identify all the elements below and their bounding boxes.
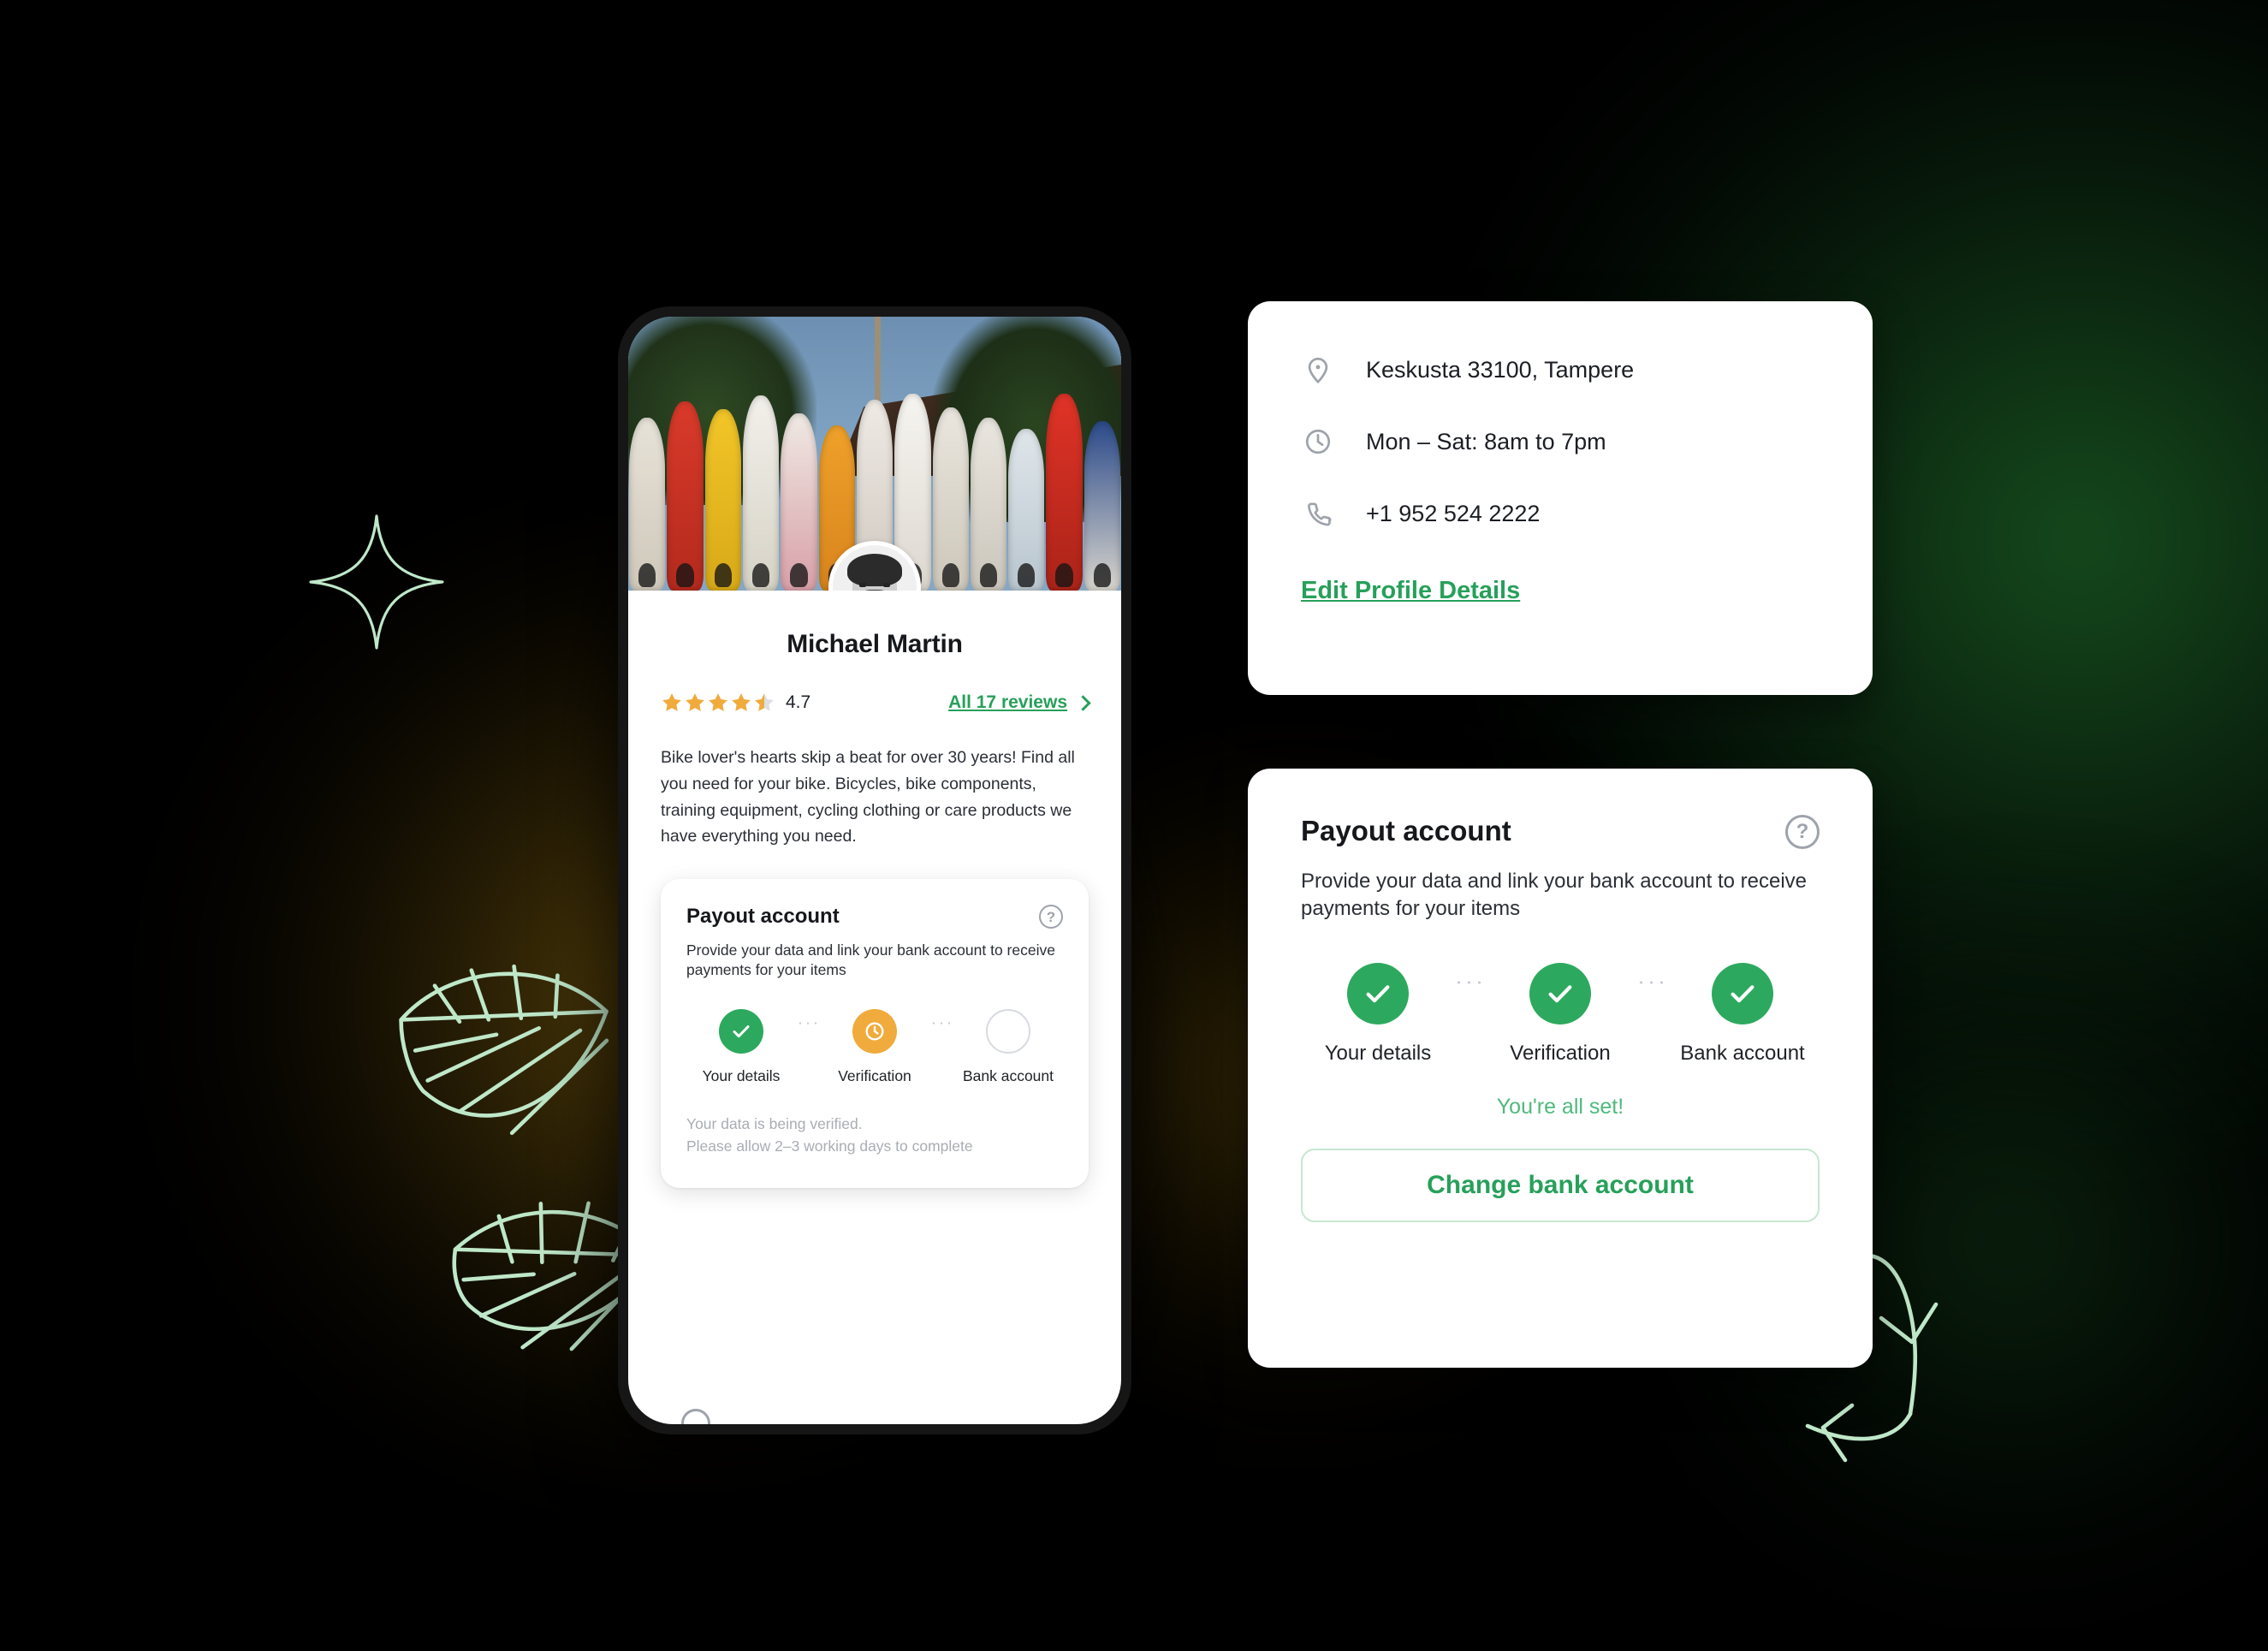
next-section-peek (681, 1409, 710, 1424)
check-icon (1731, 985, 1754, 1003)
star-icon (732, 693, 751, 711)
edit-profile-details-link[interactable]: Edit Profile Details (1301, 577, 1520, 605)
step-verification[interactable]: Verification (820, 1008, 929, 1085)
step-circle-empty (986, 1008, 1030, 1054)
step-verification[interactable]: Verification (1483, 963, 1637, 1066)
all-set-status: You're all set! (1496, 1095, 1624, 1119)
contact-phone-text: +1 952 524 2222 (1366, 500, 1541, 526)
clock-icon (1301, 425, 1335, 459)
change-bank-account-button[interactable]: Change bank account (1301, 1149, 1820, 1223)
star-icon (662, 693, 681, 711)
phone-icon (1301, 496, 1335, 531)
contact-row-address: Keskusta 33100, Tampere (1301, 353, 1820, 387)
contact-details-card: Keskusta 33100, Tampere Mon – Sat: 8am t… (1248, 301, 1873, 695)
question-mark-icon[interactable]: ? (1039, 905, 1063, 929)
leaf-icon (389, 958, 624, 1157)
step-connector (1637, 981, 1665, 985)
step-your-details[interactable]: Your details (686, 1008, 796, 1085)
contact-hours-text: Mon – Sat: 8am to 7pm (1366, 428, 1606, 454)
step-label: Verification (1510, 1042, 1611, 1066)
step-label: Bank account (962, 1066, 1054, 1084)
contact-row-hours: Mon – Sat: 8am to 7pm (1301, 425, 1820, 459)
step-label: Your details (702, 1066, 781, 1084)
step-connector (798, 1021, 818, 1024)
step-circle-done (1529, 963, 1591, 1025)
step-circle-done (1712, 963, 1773, 1025)
payout-status-line-2: Please allow 2–3 working days to complet… (686, 1137, 973, 1155)
payout-stepper: Your details Verification Bank account (1301, 963, 1820, 1066)
check-icon (1548, 985, 1572, 1003)
star-icon (709, 693, 727, 711)
step-connector (1455, 981, 1483, 985)
rating-row: 4.7 All 17 reviews (661, 692, 1091, 714)
screenshot-canvas: Michael Martin 4.7 All 17 reviews Bike l… (0, 0, 2268, 1651)
all-reviews-label: All 17 reviews (948, 692, 1067, 712)
payout-account-card-phone: Payout account ? Provide your data and l… (661, 879, 1089, 1189)
phone-mockup: Michael Martin 4.7 All 17 reviews Bike l… (618, 306, 1131, 1434)
all-reviews-link[interactable]: All 17 reviews (948, 692, 1091, 713)
payout-card-title: Payout account (1301, 815, 1511, 846)
avatar-hair (847, 554, 902, 586)
star-half-icon (755, 693, 774, 711)
payout-stepper-phone: Your details Verification Bank account (686, 1008, 1063, 1085)
step-bank-account[interactable]: Bank account (1665, 963, 1820, 1066)
step-circle-done (1347, 963, 1409, 1025)
profile-bio: Bike lover's hearts skip a beat for over… (661, 748, 1075, 846)
star-icon (686, 693, 704, 711)
step-label: Your details (1324, 1042, 1432, 1066)
payout-status-text: Your data is being verified. Please allo… (686, 1113, 1063, 1158)
step-bank-account[interactable]: Bank account (953, 1008, 1063, 1085)
location-pin-icon (1301, 353, 1335, 387)
clock-icon (865, 1022, 884, 1041)
payout-card-header: Payout account ? (686, 905, 1063, 929)
step-circle-pending (852, 1008, 897, 1054)
step-label: Bank account (1680, 1042, 1805, 1066)
step-your-details[interactable]: Your details (1301, 963, 1455, 1066)
contact-row-phone: +1 952 524 2222 (1301, 496, 1820, 531)
payout-card-subtitle: Provide your data and link your bank acc… (686, 941, 1055, 978)
star-rating: 4.7 (661, 692, 810, 714)
payout-status-line-1: Your data is being verified. (686, 1114, 863, 1132)
step-circle-done (719, 1008, 763, 1054)
step-connector (931, 1021, 952, 1024)
chevron-right-icon (1075, 694, 1091, 711)
rating-value: 4.7 (786, 692, 811, 712)
check-icon (733, 1024, 750, 1037)
phone-screen: Michael Martin 4.7 All 17 reviews Bike l… (628, 317, 1121, 1424)
payout-card-subtitle: Provide your data and link your bank acc… (1301, 870, 1808, 920)
step-label: Verification (838, 1066, 911, 1084)
sparkle-icon (304, 509, 449, 655)
cover-photo (628, 317, 1121, 591)
page-title: Michael Martin (787, 630, 963, 658)
contact-address-text: Keskusta 33100, Tampere (1366, 356, 1635, 383)
payout-card-title: Payout account (686, 905, 840, 929)
stars-group (661, 692, 775, 714)
payout-card-header: Payout account ? (1301, 815, 1820, 849)
check-icon (1366, 985, 1390, 1003)
payout-account-card: Payout account ? Provide your data and l… (1248, 769, 1873, 1368)
question-mark-icon[interactable]: ? (1785, 815, 1820, 849)
avatar-eyes (858, 583, 892, 587)
